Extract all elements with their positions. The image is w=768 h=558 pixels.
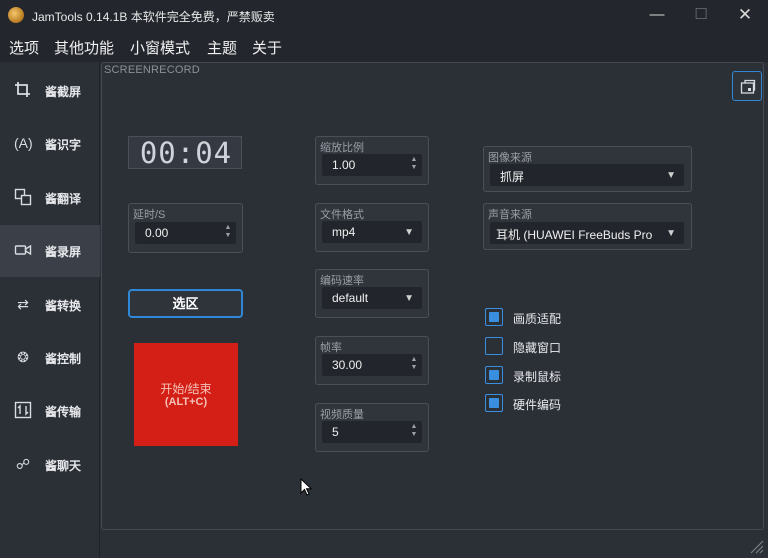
chevron-down-icon: ▼: [666, 228, 676, 239]
scale-group: 缩放比例 1.00 ▲ ▼: [315, 136, 429, 185]
format-value: mp4: [332, 225, 356, 239]
fps-value: 30.00: [332, 358, 363, 372]
hide-window-checkbox[interactable]: [485, 337, 503, 355]
window-title: JamTools 0.14.1B 本软件完全免费，严禁贩卖: [32, 10, 275, 24]
maximize-icon[interactable]: ☐: [686, 4, 716, 26]
delay-value: 0.00: [145, 226, 169, 240]
sidebar-item-label: 酱识字: [45, 138, 82, 152]
image-source-label: 图像来源: [488, 152, 532, 164]
record-label: 开始/结束: [160, 382, 212, 396]
sidebar-item-label: 酱截屏: [45, 85, 82, 99]
sidebar-item-chat[interactable]: ☍ 酱聊天: [0, 439, 100, 491]
sidebar: 酱截屏 (A) 酱识字 酱翻译 酱录屏 ⇄ 酱转换 ❂ 酱控制 酱传输 ☍ 酱聊…: [0, 62, 100, 558]
crop-icon: [14, 81, 32, 99]
fps-group: 帧率 30.00 ▲ ▼: [315, 336, 429, 385]
minimize-icon[interactable]: —: [642, 4, 672, 26]
spin-arrows-icon[interactable]: ▲ ▼: [409, 356, 419, 372]
control-icon: ❂: [17, 349, 29, 365]
hardware-encoding-label: 硬件编码: [513, 398, 562, 412]
title-bar: JamTools 0.14.1B 本软件完全免费，严禁贩卖 — ☐ ✕: [0, 0, 768, 30]
sidebar-item-label: 酱聊天: [45, 459, 82, 473]
spin-arrows-icon[interactable]: ▲ ▼: [409, 423, 419, 439]
image-source-value: 抓屏: [500, 170, 525, 184]
hide-window-label: 隐藏窗口: [513, 341, 562, 355]
format-dropdown[interactable]: mp4 ▼: [322, 221, 422, 243]
scale-value: 1.00: [332, 158, 356, 172]
delay-label: 延时/S: [133, 209, 166, 221]
menu-theme[interactable]: 主题: [207, 37, 237, 58]
start-stop-record-button[interactable]: 开始/结束 (ALT+C): [134, 343, 238, 446]
transfer-icon: [14, 401, 32, 419]
scale-label: 缩放比例: [320, 142, 364, 154]
spin-arrows-icon[interactable]: ▲ ▼: [223, 224, 233, 240]
encoding-value: default: [332, 291, 369, 305]
resize-grip-icon[interactable]: [748, 538, 764, 554]
quality-spinbox[interactable]: 5 ▲ ▼: [322, 421, 422, 443]
sidebar-item-convert[interactable]: ⇄ 酱转换: [0, 279, 100, 331]
chevron-down-icon: ▼: [666, 170, 676, 181]
quality-value: 5: [332, 425, 339, 439]
sidebar-item-control[interactable]: ❂ 酱控制: [0, 332, 100, 384]
sidebar-item-ocr[interactable]: (A) 酱识字: [0, 118, 100, 170]
sidebar-item-label: 酱转换: [45, 299, 82, 313]
hardware-encoding-checkbox[interactable]: [485, 394, 503, 412]
convert-icon: ⇄: [17, 296, 29, 312]
sidebar-item-label: 酱录屏: [45, 245, 82, 259]
panel-title: SCREENRECORD: [104, 64, 200, 76]
audio-source-dropdown[interactable]: 耳机 (HUAWEI FreeBuds Pro ▼: [490, 222, 684, 244]
encoding-group: 编码速率 default ▼: [315, 269, 429, 318]
menu-about[interactable]: 关于: [252, 37, 282, 58]
fps-spinbox[interactable]: 30.00 ▲ ▼: [322, 354, 422, 376]
image-source-group: 图像来源 抓屏 ▼: [483, 146, 692, 192]
chevron-down-icon: ▼: [404, 227, 414, 238]
app-logo-icon: [8, 7, 24, 23]
quality-label: 视频质量: [320, 409, 364, 421]
sidebar-item-screenrecord[interactable]: 酱录屏: [0, 225, 100, 277]
delay-group: 延时/S 0.00 ▲ ▼: [128, 203, 243, 253]
record-timer: 00:04: [128, 136, 242, 169]
quality-group: 视频质量 5 ▲ ▼: [315, 403, 429, 452]
encoding-dropdown[interactable]: default ▼: [322, 287, 422, 309]
image-source-dropdown[interactable]: 抓屏 ▼: [490, 164, 684, 186]
sidebar-item-label: 酱控制: [45, 352, 82, 366]
quality-adapt-checkbox[interactable]: [485, 308, 503, 326]
format-group: 文件格式 mp4 ▼: [315, 203, 429, 252]
audio-source-label: 声音来源: [488, 209, 532, 221]
chat-icon: ☍: [15, 456, 31, 472]
audio-source-value: 耳机 (HUAWEI FreeBuds Pro: [496, 228, 653, 242]
record-mouse-label: 录制鼠标: [513, 370, 562, 384]
menu-mini-mode[interactable]: 小窗模式: [130, 37, 190, 58]
timer-value: 00:04: [139, 136, 233, 170]
delay-spinbox[interactable]: 0.00 ▲ ▼: [135, 222, 236, 244]
select-area-button[interactable]: 选区: [128, 289, 243, 318]
mouse-cursor-icon: [300, 477, 313, 501]
menu-bar: 选项 其他功能 小窗模式 主题 关于: [0, 30, 768, 62]
format-label: 文件格式: [320, 209, 364, 221]
sidebar-item-transfer[interactable]: 酱传输: [0, 385, 100, 437]
select-area-label: 选区: [172, 296, 199, 311]
menu-other-functions[interactable]: 其他功能: [54, 37, 114, 58]
translate-icon: [14, 188, 32, 206]
window-toggle-button[interactable]: [732, 71, 762, 101]
spin-arrows-icon[interactable]: ▲ ▼: [409, 156, 419, 172]
sidebar-item-label: 酱传输: [45, 405, 82, 419]
encoding-label: 编码速率: [320, 275, 364, 287]
fps-label: 帧率: [320, 342, 342, 354]
video-icon: [14, 241, 32, 259]
sidebar-item-translate[interactable]: 酱翻译: [0, 172, 100, 224]
sidebar-item-screenshot[interactable]: 酱截屏: [0, 65, 100, 117]
record-hotkey: (ALT+C): [164, 396, 208, 408]
menu-options[interactable]: 选项: [9, 37, 39, 58]
audio-source-group: 声音来源 耳机 (HUAWEI FreeBuds Pro ▼: [483, 203, 692, 250]
chevron-down-icon: ▼: [404, 293, 414, 304]
record-mouse-checkbox[interactable]: [485, 366, 503, 384]
ocr-icon: (A): [14, 135, 33, 151]
sidebar-item-label: 酱翻译: [45, 192, 82, 206]
close-icon[interactable]: ✕: [730, 4, 760, 26]
quality-adapt-label: 画质适配: [513, 312, 562, 326]
scale-spinbox[interactable]: 1.00 ▲ ▼: [322, 154, 422, 176]
